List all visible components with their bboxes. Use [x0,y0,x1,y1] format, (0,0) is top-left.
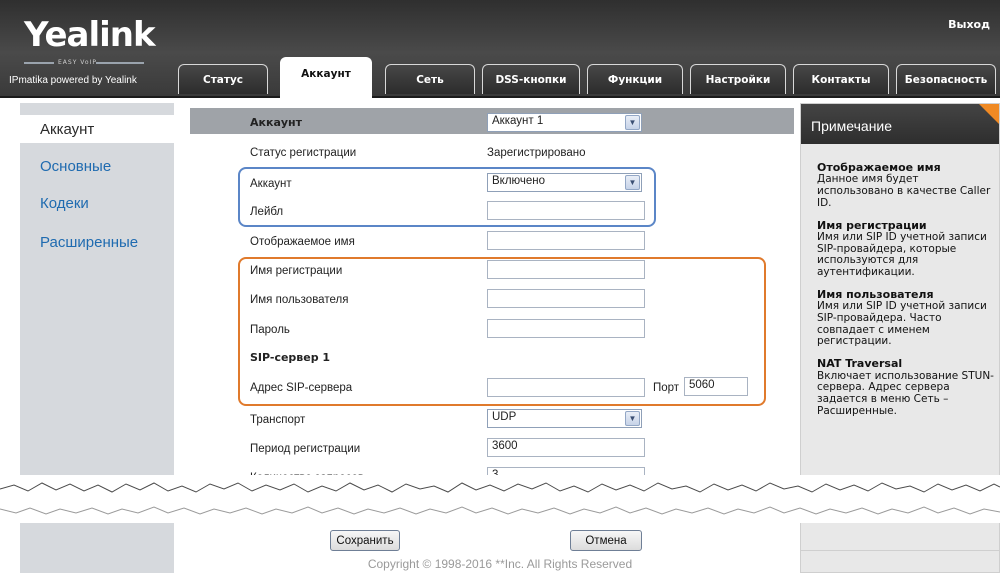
transport-value: UDP [492,411,517,423]
corner-fold-icon [979,104,999,124]
tear-bottom-line [0,506,1000,515]
label-label: Лейбл [250,206,284,218]
reg-status-value: Зарегистрировано [487,147,586,159]
tab-dss-keys[interactable]: DSS-кнопки [482,64,580,94]
tab-settings[interactable]: Настройки [690,64,786,94]
port-input[interactable]: 5060 [684,377,748,396]
logo-decor-line [96,62,144,64]
sip-server-input[interactable] [487,378,645,397]
tab-network[interactable]: Сеть [385,64,475,94]
label-input[interactable] [487,201,645,220]
copyright-text: Copyright © 1998-2016 **Inc. All Rights … [367,557,633,571]
display-name-input[interactable] [487,231,645,250]
line-active-label: Аккаунт [250,178,292,190]
note-section-text: Включает использование STUN-сервера. Адр… [817,369,994,417]
user-name-input[interactable] [487,289,645,308]
user-name-label: Имя пользователя [250,294,349,306]
torn-edge-graphic [0,482,1000,515]
port-label: Порт [653,382,680,394]
reg-period-input[interactable]: 3600 [487,438,645,457]
sidebar-item-account[interactable]: Аккаунт [20,115,174,143]
register-name-label: Имя регистрации [250,265,343,277]
cancel-button[interactable]: Отмена [570,530,642,551]
reg-period-label: Период регистрации [250,443,361,455]
sidebar-bottom [20,523,174,551]
brand-logo: Yealink [24,15,156,55]
note-section-text: Данное имя будет использовано в качестве… [817,173,991,209]
tab-status[interactable]: Статус [178,64,268,94]
tab-features[interactable]: Функции [587,64,683,94]
register-name-input[interactable] [487,260,645,279]
password-input[interactable] [487,319,645,338]
note-section-title: NAT Traversal [817,357,903,371]
sip-server-label: Адрес SIP-сервера [250,382,353,394]
note-panel-bottom [800,523,1000,551]
save-button[interactable]: Сохранить [330,530,400,551]
logout-link[interactable]: Выход [948,18,990,31]
sidebar-item-codecs[interactable]: Кодеки [20,189,174,217]
account-header-label: Аккаунт [250,116,303,129]
note-title: Примечание [801,104,999,144]
note-body: Отображаемое имя Данное имя будет исполь… [817,161,995,428]
tab-security[interactable]: Безопасность [896,64,996,94]
top-header: Yealink EASY VoIP IPmatika powered by Ye… [0,0,1000,98]
sidebar-item-advanced[interactable]: Расширенные [20,228,174,256]
transport-select[interactable]: UDP ▼ [487,409,642,428]
account-select[interactable]: Аккаунт 1 ▼ [487,113,642,132]
sidebar-item-basic[interactable]: Основные [20,152,174,180]
note-section-text: Имя или SIP ID учетной записи SIP-провай… [817,300,987,348]
line-active-value: Включено [492,175,546,187]
tab-contacts[interactable]: Контакты [793,64,889,94]
password-label: Пароль [250,324,290,336]
chevron-down-icon: ▼ [625,411,640,426]
tab-account[interactable]: Аккаунт [280,57,372,98]
tear-top-line [0,482,1000,493]
line-active-select[interactable]: Включено ▼ [487,173,642,192]
chevron-down-icon: ▼ [625,175,640,190]
logo-decor-line [24,62,54,64]
chevron-down-icon: ▼ [625,115,640,130]
torn-edge-separator [0,475,1000,523]
account-select-value: Аккаунт 1 [492,115,544,127]
reg-status-label: Статус регистрации [250,147,357,159]
sip-server-heading: SIP-сервер 1 [250,351,331,364]
brand-tagline: EASY VoIP [58,59,97,66]
transport-label: Транспорт [250,414,306,426]
display-name-label: Отображаемое имя [250,236,355,248]
powered-by-text: IPmatika powered by Yealink [9,75,137,86]
note-section-text: Имя или SIP ID учетной записи SIP-провай… [817,230,987,279]
